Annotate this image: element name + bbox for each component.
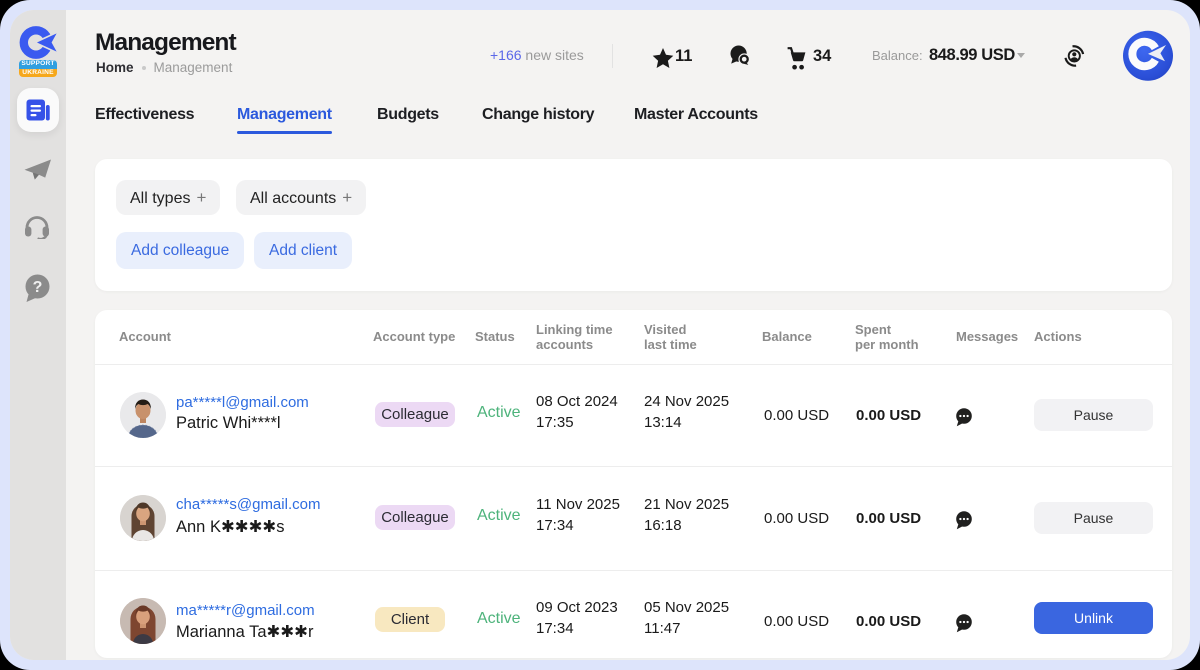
svg-text:?: ? xyxy=(33,279,43,296)
